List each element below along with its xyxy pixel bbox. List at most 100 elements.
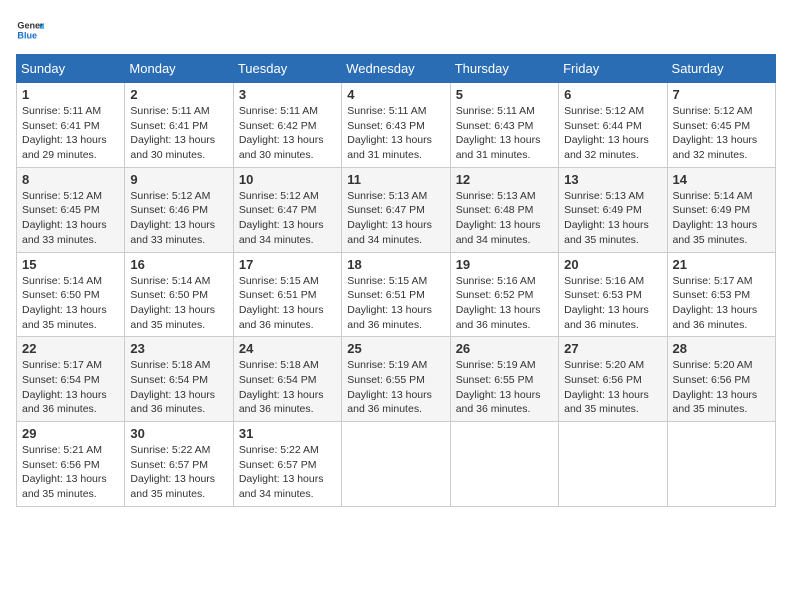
day-info: Sunrise: 5:11 AM Sunset: 6:43 PM Dayligh… [456,104,553,163]
day-number: 22 [22,341,119,356]
page-header: General Blue [16,16,776,44]
day-cell-30: 30 Sunrise: 5:22 AM Sunset: 6:57 PM Dayli… [125,422,233,507]
day-cell-25: 25 Sunrise: 5:19 AM Sunset: 6:55 PM Dayli… [342,337,450,422]
empty-cell [450,422,558,507]
day-number: 16 [130,257,227,272]
day-info: Sunrise: 5:13 AM Sunset: 6:49 PM Dayligh… [564,189,661,248]
day-info: Sunrise: 5:22 AM Sunset: 6:57 PM Dayligh… [130,443,227,502]
day-info: Sunrise: 5:17 AM Sunset: 6:54 PM Dayligh… [22,358,119,417]
day-number: 29 [22,426,119,441]
day-number: 25 [347,341,444,356]
day-number: 5 [456,87,553,102]
day-number: 15 [22,257,119,272]
day-info: Sunrise: 5:18 AM Sunset: 6:54 PM Dayligh… [239,358,336,417]
day-info: Sunrise: 5:11 AM Sunset: 6:41 PM Dayligh… [22,104,119,163]
day-cell-16: 16 Sunrise: 5:14 AM Sunset: 6:50 PM Dayli… [125,252,233,337]
day-info: Sunrise: 5:14 AM Sunset: 6:50 PM Dayligh… [130,274,227,333]
col-header-friday: Friday [559,55,667,83]
day-info: Sunrise: 5:12 AM Sunset: 6:46 PM Dayligh… [130,189,227,248]
day-info: Sunrise: 5:15 AM Sunset: 6:51 PM Dayligh… [239,274,336,333]
day-info: Sunrise: 5:12 AM Sunset: 6:45 PM Dayligh… [673,104,770,163]
day-cell-23: 23 Sunrise: 5:18 AM Sunset: 6:54 PM Dayli… [125,337,233,422]
day-info: Sunrise: 5:20 AM Sunset: 6:56 PM Dayligh… [673,358,770,417]
day-number: 12 [456,172,553,187]
day-cell-20: 20 Sunrise: 5:16 AM Sunset: 6:53 PM Dayli… [559,252,667,337]
day-cell-29: 29 Sunrise: 5:21 AM Sunset: 6:56 PM Dayli… [17,422,125,507]
col-header-wednesday: Wednesday [342,55,450,83]
day-number: 20 [564,257,661,272]
day-cell-17: 17Sunrise: 5:15 AM Sunset: 6:51 PM Dayli… [233,252,341,337]
day-number: 19 [456,257,553,272]
logo: General Blue [16,16,44,44]
day-number: 13 [564,172,661,187]
day-info: Sunrise: 5:20 AM Sunset: 6:56 PM Dayligh… [564,358,661,417]
day-number: 23 [130,341,227,356]
day-number: 24 [239,341,336,356]
day-info: Sunrise: 5:17 AM Sunset: 6:53 PM Dayligh… [673,274,770,333]
logo-icon: General Blue [16,16,44,44]
day-info: Sunrise: 5:15 AM Sunset: 6:51 PM Dayligh… [347,274,444,333]
day-info: Sunrise: 5:12 AM Sunset: 6:47 PM Dayligh… [239,189,336,248]
day-info: Sunrise: 5:16 AM Sunset: 6:53 PM Dayligh… [564,274,661,333]
day-cell-15: 15 Sunrise: 5:14 AM Sunset: 6:50 PM Dayli… [17,252,125,337]
day-cell-6: 6Sunrise: 5:12 AM Sunset: 6:44 PM Daylig… [559,83,667,168]
day-number: 2 [130,87,227,102]
day-info: Sunrise: 5:18 AM Sunset: 6:54 PM Dayligh… [130,358,227,417]
col-header-sunday: Sunday [17,55,125,83]
day-cell-19: 19 Sunrise: 5:16 AM Sunset: 6:52 PM Dayli… [450,252,558,337]
day-info: Sunrise: 5:19 AM Sunset: 6:55 PM Dayligh… [456,358,553,417]
day-cell-14: 14Sunrise: 5:14 AM Sunset: 6:49 PM Dayli… [667,167,775,252]
day-info: Sunrise: 5:11 AM Sunset: 6:42 PM Dayligh… [239,104,336,163]
day-info: Sunrise: 5:13 AM Sunset: 6:48 PM Dayligh… [456,189,553,248]
col-header-monday: Monday [125,55,233,83]
day-info: Sunrise: 5:13 AM Sunset: 6:47 PM Dayligh… [347,189,444,248]
day-cell-1: 1 Sunrise: 5:11 AM Sunset: 6:41 PM Daylig… [17,83,125,168]
day-number: 9 [130,172,227,187]
day-number: 4 [347,87,444,102]
day-cell-8: 8 Sunrise: 5:12 AM Sunset: 6:45 PM Daylig… [17,167,125,252]
day-cell-18: 18 Sunrise: 5:15 AM Sunset: 6:51 PM Dayli… [342,252,450,337]
day-info: Sunrise: 5:11 AM Sunset: 6:43 PM Dayligh… [347,104,444,163]
day-info: Sunrise: 5:12 AM Sunset: 6:45 PM Dayligh… [22,189,119,248]
day-number: 21 [673,257,770,272]
day-info: Sunrise: 5:22 AM Sunset: 6:57 PM Dayligh… [239,443,336,502]
day-cell-28: 28 Sunrise: 5:20 AM Sunset: 6:56 PM Dayli… [667,337,775,422]
day-number: 30 [130,426,227,441]
day-number: 28 [673,341,770,356]
day-number: 7 [673,87,770,102]
week-row-2: 8 Sunrise: 5:12 AM Sunset: 6:45 PM Daylig… [17,167,776,252]
day-info: Sunrise: 5:14 AM Sunset: 6:50 PM Dayligh… [22,274,119,333]
svg-text:Blue: Blue [17,30,37,40]
day-info: Sunrise: 5:16 AM Sunset: 6:52 PM Dayligh… [456,274,553,333]
week-row-3: 15 Sunrise: 5:14 AM Sunset: 6:50 PM Dayli… [17,252,776,337]
day-info: Sunrise: 5:19 AM Sunset: 6:55 PM Dayligh… [347,358,444,417]
day-number: 31 [239,426,336,441]
day-cell-26: 26 Sunrise: 5:19 AM Sunset: 6:55 PM Dayli… [450,337,558,422]
day-cell-7: 7 Sunrise: 5:12 AM Sunset: 6:45 PM Daylig… [667,83,775,168]
day-cell-4: 4 Sunrise: 5:11 AM Sunset: 6:43 PM Daylig… [342,83,450,168]
week-row-4: 22 Sunrise: 5:17 AM Sunset: 6:54 PM Dayli… [17,337,776,422]
col-header-tuesday: Tuesday [233,55,341,83]
header-row: SundayMondayTuesdayWednesdayThursdayFrid… [17,55,776,83]
day-number: 18 [347,257,444,272]
day-cell-24: 24 Sunrise: 5:18 AM Sunset: 6:54 PM Dayli… [233,337,341,422]
day-info: Sunrise: 5:11 AM Sunset: 6:41 PM Dayligh… [130,104,227,163]
day-cell-11: 11Sunrise: 5:13 AM Sunset: 6:47 PM Dayli… [342,167,450,252]
empty-cell [342,422,450,507]
day-cell-2: 2 Sunrise: 5:11 AM Sunset: 6:41 PM Daylig… [125,83,233,168]
col-header-thursday: Thursday [450,55,558,83]
day-info: Sunrise: 5:21 AM Sunset: 6:56 PM Dayligh… [22,443,119,502]
day-number: 1 [22,87,119,102]
calendar-table: SundayMondayTuesdayWednesdayThursdayFrid… [16,54,776,507]
day-cell-10: 10Sunrise: 5:12 AM Sunset: 6:47 PM Dayli… [233,167,341,252]
day-cell-22: 22 Sunrise: 5:17 AM Sunset: 6:54 PM Dayli… [17,337,125,422]
day-number: 14 [673,172,770,187]
day-number: 27 [564,341,661,356]
day-cell-13: 13 Sunrise: 5:13 AM Sunset: 6:49 PM Dayli… [559,167,667,252]
day-number: 26 [456,341,553,356]
day-number: 8 [22,172,119,187]
day-cell-12: 12 Sunrise: 5:13 AM Sunset: 6:48 PM Dayli… [450,167,558,252]
empty-cell [667,422,775,507]
day-cell-31: 31 Sunrise: 5:22 AM Sunset: 6:57 PM Dayli… [233,422,341,507]
day-info: Sunrise: 5:12 AM Sunset: 6:44 PM Dayligh… [564,104,661,163]
